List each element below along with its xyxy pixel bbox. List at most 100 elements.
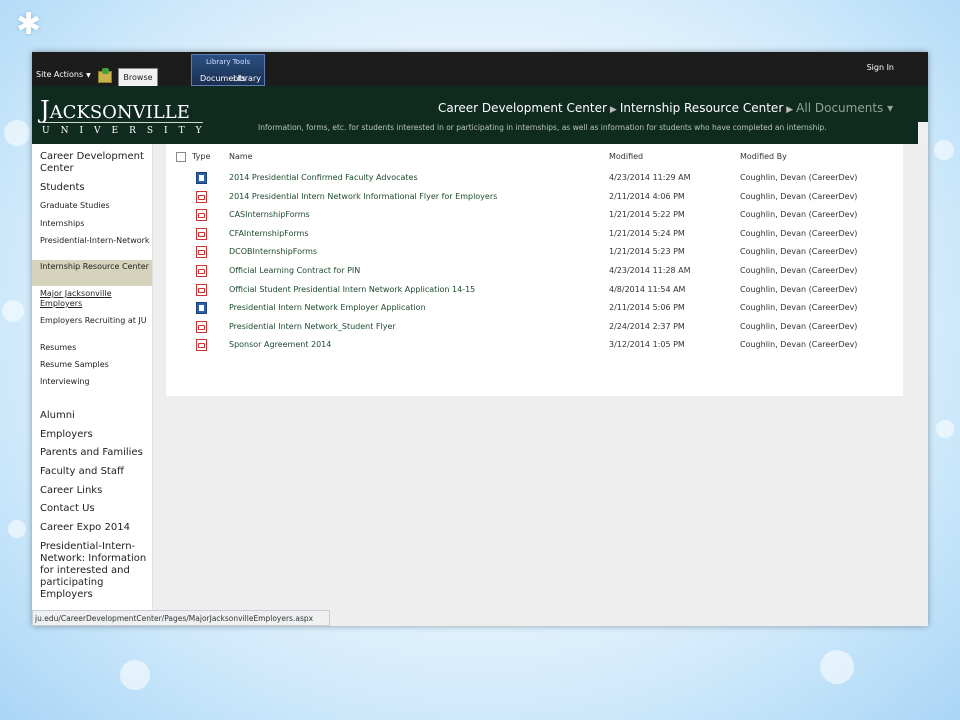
sidebar-item-career-links[interactable]: Career Links: [40, 485, 152, 497]
sidebar-item-internship-resource-center[interactable]: Internship Resource Center: [32, 260, 152, 286]
modified-date: 3/12/2014 1:05 PM: [609, 340, 685, 350]
modified-by-user[interactable]: Coughlin, Devan (CareerDev): [740, 173, 857, 182]
sidebar-item-resume-samples[interactable]: Resume Samples: [40, 360, 152, 370]
table-row[interactable]: 2014 Presidential Confirmed Faculty Advo…: [166, 170, 903, 188]
modified-by-user[interactable]: Coughlin, Devan (CareerDev): [740, 266, 857, 275]
pdf-icon[interactable]: [196, 320, 207, 333]
pdf-icon[interactable]: [196, 209, 207, 222]
jacksonville-logo[interactable]: JACKSONVILLE: [40, 96, 190, 124]
modified-by-user[interactable]: Coughlin, Devan (CareerDev): [740, 322, 857, 331]
breadcrumb-item-career-development-center[interactable]: Career Development Center: [438, 101, 607, 115]
modified-date: 1/21/2014 5:22 PM: [609, 210, 685, 220]
tab-library[interactable]: Library: [233, 74, 261, 83]
column-header-modified[interactable]: Modified: [609, 152, 643, 161]
pdf-icon[interactable]: [196, 227, 207, 240]
modified-date: 4/8/2014 11:54 AM: [609, 284, 686, 294]
table-row[interactable]: Presidential Intern Network_Student Flye…: [166, 319, 903, 337]
document-name-link[interactable]: Presidential Intern Network Employer App…: [229, 303, 426, 312]
sidebar-item-career-development-center[interactable]: Career Development Center: [40, 151, 152, 175]
tab-browse[interactable]: Browse: [118, 68, 158, 86]
document-name-link[interactable]: Official Student Presidential Intern Net…: [229, 285, 475, 294]
document-name-link[interactable]: Presidential Intern Network_Student Flye…: [229, 322, 396, 331]
table-row[interactable]: CFAInternshipForms 1/21/2014 5:24 PM Cough…: [166, 226, 903, 244]
document-name-link[interactable]: Official Learning Contract for PIN: [229, 266, 360, 275]
word-doc-icon[interactable]: [196, 302, 207, 315]
select-all-checkbox[interactable]: [176, 152, 186, 162]
table-row[interactable]: Official Student Presidential Intern Net…: [166, 282, 903, 300]
site-header: JACKSONVILLE UNIVERSITY Career Developme…: [32, 86, 928, 178]
table-row[interactable]: Sponsor Agreement 2014 3/12/2014 1:05 PM C…: [166, 337, 903, 355]
modified-by-user[interactable]: Coughlin, Devan (CareerDev): [740, 247, 857, 256]
sidebar-item-parents-and-families[interactable]: Parents and Families: [40, 447, 152, 459]
sidebar-item-graduate-studies[interactable]: Graduate Studies: [40, 201, 152, 211]
column-header-type[interactable]: Type: [192, 152, 210, 161]
modified-by-user[interactable]: Coughlin, Devan (CareerDev): [740, 210, 857, 219]
column-header-modified-by[interactable]: Modified By: [740, 152, 787, 161]
table-row[interactable]: 2014 Presidential Intern Network Informa…: [166, 189, 903, 207]
library-tools-group: Library Tools Documents Library: [191, 54, 265, 86]
column-header-name[interactable]: Name: [229, 152, 253, 161]
document-name-link[interactable]: 2014 Presidential Intern Network Informa…: [229, 192, 497, 201]
site-actions-menu[interactable]: Site Actions ▼: [36, 70, 91, 79]
navigate-up-icon[interactable]: [98, 68, 112, 83]
modified-date: 2/24/2014 2:37 PM: [609, 321, 685, 331]
modified-by-user[interactable]: Coughlin, Devan (CareerDev): [740, 285, 857, 294]
document-name-link[interactable]: CFAInternshipForms: [229, 229, 309, 238]
site-actions-label: Site Actions: [36, 70, 84, 79]
breadcrumb-arrow-icon: ▶: [609, 105, 617, 115]
document-name-link[interactable]: DCOBInternshipForms: [229, 247, 317, 256]
word-doc-icon[interactable]: [196, 172, 207, 184]
breadcrumb-arrow-icon: ▶: [786, 105, 794, 115]
modified-by-user[interactable]: Coughlin, Devan (CareerDev): [740, 192, 857, 201]
logo-subtitle: UNIVERSITY: [42, 126, 213, 136]
sidebar-item-resumes[interactable]: Resumes: [40, 343, 152, 353]
sidebar-item-major-jacksonville-employers[interactable]: Major Jacksonville Employers: [40, 289, 152, 309]
sign-in-link[interactable]: Sign In: [867, 63, 894, 72]
modified-by-user[interactable]: Coughlin, Devan (CareerDev): [740, 229, 857, 238]
modified-date: 2/11/2014 5:06 PM: [609, 303, 685, 313]
view-dropdown-icon[interactable]: ▾: [887, 101, 893, 115]
document-name-link[interactable]: 2014 Presidential Confirmed Faculty Advo…: [229, 173, 418, 182]
modified-date: 4/23/2014 11:29 AM: [609, 173, 691, 182]
sidebar-item-employers[interactable]: Employers: [40, 429, 152, 441]
library-tools-label: Library Tools: [206, 58, 250, 66]
document-name-link[interactable]: CASInternshipForms: [229, 210, 310, 219]
status-bar-url: ju.edu/CareerDevelopmentCenter/Pages/Maj…: [32, 610, 330, 626]
table-row[interactable]: Official Learning Contract for PIN 4/23/2…: [166, 263, 903, 281]
modified-date: 4/23/2014 11:28 AM: [609, 266, 691, 275]
chevron-down-icon: ▼: [86, 72, 91, 79]
main-content: Type Name Modified Modified By 2014 Pres…: [153, 144, 928, 626]
sidebar-item-alumni[interactable]: Alumni: [40, 410, 152, 422]
pdf-icon[interactable]: [196, 190, 207, 203]
site-description: Information, forms, etc. for students in…: [258, 123, 827, 132]
logo-wordmark: ACKSONVILLE: [49, 102, 190, 123]
sidebar-item-employers-recruiting[interactable]: Employers Recruiting at JU: [40, 316, 152, 326]
table-row[interactable]: CASInternshipForms 1/21/2014 5:22 PM Cough…: [166, 207, 903, 225]
breadcrumb: Career Development Center ▶ Internship Res…: [438, 101, 893, 115]
document-library-panel: Type Name Modified Modified By 2014 Pres…: [166, 144, 903, 396]
sidebar-item-presidential-intern-network[interactable]: Presidential-Intern-Network: [40, 236, 152, 246]
breadcrumb-item-all-documents[interactable]: All Documents: [796, 101, 883, 115]
sharepoint-window: Site Actions ▼ Browse Library Tools Docum…: [32, 52, 928, 626]
sidebar-item-career-expo-2014[interactable]: Career Expo 2014: [40, 522, 152, 534]
sidebar-item-faculty-and-staff[interactable]: Faculty and Staff: [40, 466, 152, 478]
sidebar-item-interviewing[interactable]: Interviewing: [40, 377, 152, 387]
table-row[interactable]: DCOBInternshipForms 1/21/2014 5:23 PM Coug…: [166, 244, 903, 262]
pdf-icon[interactable]: [196, 265, 207, 277]
sidebar-item-presidential-intern-network-employers[interactable]: Presidential-Intern-Network: Information…: [40, 541, 152, 601]
sidebar-item-internships[interactable]: Internships: [40, 219, 152, 229]
modified-by-user[interactable]: Coughlin, Devan (CareerDev): [740, 303, 857, 312]
logo-initial: J: [40, 96, 50, 124]
modified-by-user[interactable]: Coughlin, Devan (CareerDev): [740, 340, 857, 349]
sidebar-item-students[interactable]: Students: [40, 182, 152, 194]
pdf-icon[interactable]: [196, 339, 207, 352]
logo-divider: [40, 122, 203, 123]
pdf-icon[interactable]: [196, 283, 207, 296]
modified-date: 2/11/2014 4:06 PM: [609, 191, 685, 201]
table-row[interactable]: Presidential Intern Network Employer App…: [166, 300, 903, 318]
pdf-icon[interactable]: [196, 246, 207, 259]
document-name-link[interactable]: Sponsor Agreement 2014: [229, 340, 331, 349]
breadcrumb-item-internship-resource-center[interactable]: Internship Resource Center: [620, 101, 783, 115]
quick-launch-nav: Career Development Center Students Gradu…: [32, 144, 153, 626]
sidebar-item-contact-us[interactable]: Contact Us: [40, 503, 152, 515]
